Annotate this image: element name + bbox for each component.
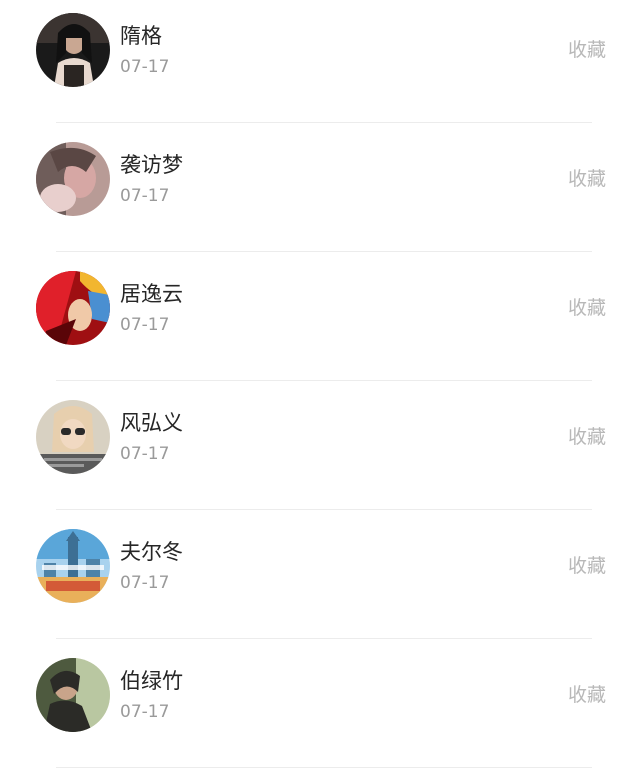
item-date: 07-17 [120, 444, 170, 464]
item-date: 07-17 [120, 702, 170, 722]
avatar-portrait-outdoor-icon [36, 658, 110, 732]
favorite-button[interactable]: 收藏 [568, 166, 606, 192]
avatar-portrait-pink-icon [36, 142, 110, 216]
divider [56, 767, 592, 768]
divider [56, 509, 592, 510]
avatar[interactable] [36, 142, 110, 216]
list-item[interactable]: 夫尔冬 07-17 收藏 [0, 516, 640, 645]
user-name: 袭访梦 [120, 153, 183, 177]
user-name: 夫尔冬 [120, 540, 183, 564]
list-item[interactable]: 伯绿竹 07-17 收藏 [0, 645, 640, 774]
item-date: 07-17 [120, 573, 170, 593]
divider [56, 638, 592, 639]
avatar[interactable] [36, 400, 110, 474]
list-item[interactable]: 风弘义 07-17 收藏 [0, 387, 640, 516]
user-name: 居逸云 [120, 282, 183, 306]
divider [56, 122, 592, 123]
favorite-button[interactable]: 收藏 [568, 37, 606, 63]
avatar[interactable] [36, 658, 110, 732]
avatar-anime-red-icon [36, 271, 110, 345]
divider [56, 380, 592, 381]
item-date: 07-17 [120, 186, 170, 206]
favorite-button[interactable]: 收藏 [568, 682, 606, 708]
avatar-portrait-dark-icon [36, 13, 110, 87]
list-item[interactable]: 隋格 07-17 收藏 [0, 0, 640, 129]
user-name: 隋格 [120, 24, 162, 48]
favorites-list: 隋格 07-17 收藏 袭访梦 07-17 收藏 居逸云 07-17 收藏 风弘… [0, 0, 640, 771]
avatar[interactable] [36, 529, 110, 603]
item-date: 07-17 [120, 315, 170, 335]
avatar[interactable] [36, 13, 110, 87]
user-name: 伯绿竹 [120, 669, 183, 693]
favorite-button[interactable]: 收藏 [568, 295, 606, 321]
item-date: 07-17 [120, 57, 170, 77]
avatar[interactable] [36, 271, 110, 345]
list-item[interactable]: 袭访梦 07-17 收藏 [0, 129, 640, 258]
favorite-button[interactable]: 收藏 [568, 424, 606, 450]
avatar-child-sunglasses-icon [36, 400, 110, 474]
list-item[interactable]: 居逸云 07-17 收藏 [0, 258, 640, 387]
avatar-city-blue-icon [36, 529, 110, 603]
favorite-button[interactable]: 收藏 [568, 553, 606, 579]
divider [56, 251, 592, 252]
user-name: 风弘义 [120, 411, 183, 435]
